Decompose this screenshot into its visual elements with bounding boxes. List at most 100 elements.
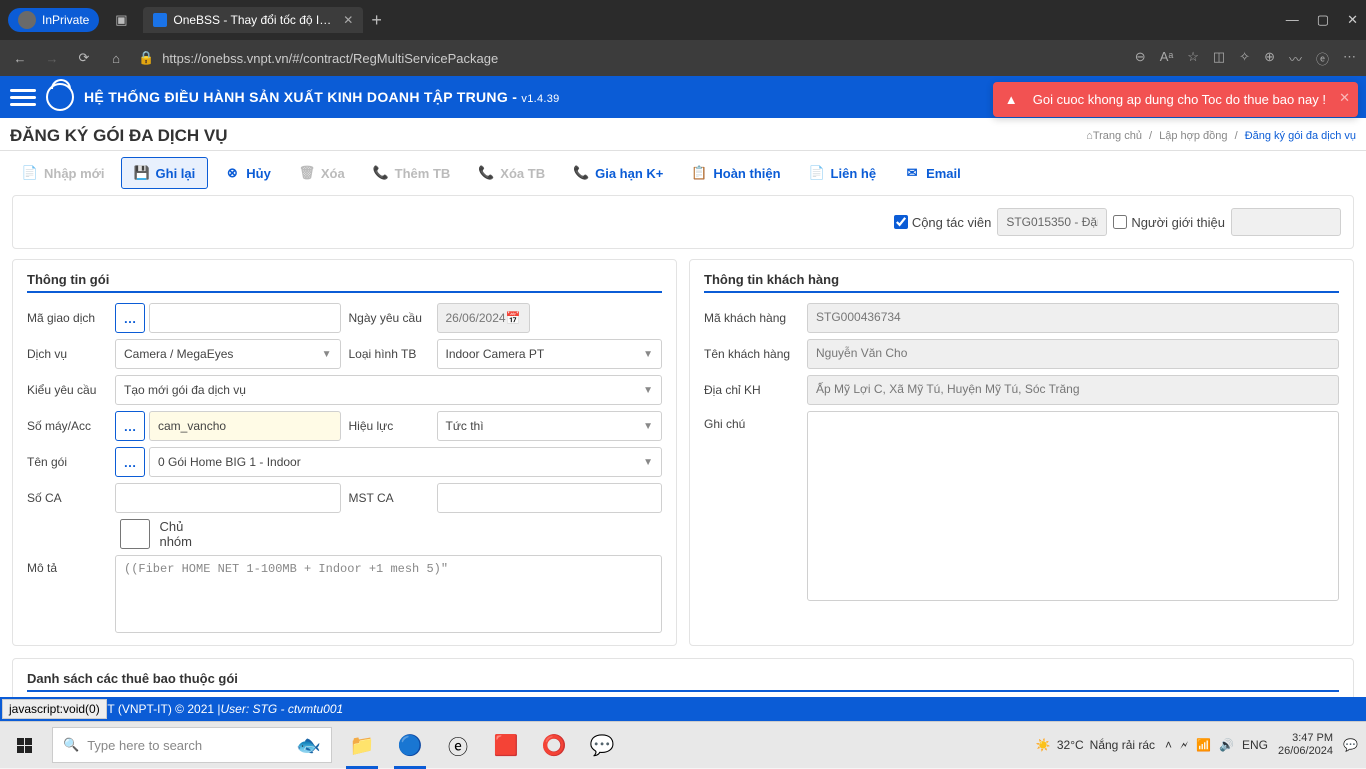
label-description: Mô tả bbox=[27, 555, 107, 575]
volume-icon[interactable]: 🔊 bbox=[1219, 738, 1234, 752]
toast-close-icon[interactable]: ✕ bbox=[1339, 90, 1350, 106]
account-lookup-button[interactable]: … bbox=[115, 411, 145, 441]
taskbar-edge[interactable]: 🔵 bbox=[386, 722, 434, 769]
inprivate-badge: InPrivate bbox=[8, 8, 99, 32]
tab-favicon bbox=[153, 13, 167, 27]
toast-message: Goi cuoc khong ap dung cho Toc do thue b… bbox=[1033, 92, 1326, 107]
collaborator-input[interactable] bbox=[997, 208, 1107, 236]
renew-button[interactable]: 📞Gia hạn K+ bbox=[561, 157, 675, 189]
home-icon[interactable]: ⌂ bbox=[106, 48, 126, 68]
windows-taskbar: 🔍 Type here to search 🐟 📁 🔵 ⓔ 🟥 ⭕ 💬 ☀️ 3… bbox=[0, 721, 1366, 768]
package-panel-title: Thông tin gói bbox=[27, 272, 662, 293]
email-button[interactable]: ✉Email bbox=[892, 157, 973, 189]
collaborator-bar: Cộng tác viên Người giới thiệu bbox=[12, 195, 1354, 249]
taskbar-chrome[interactable]: ⭕ bbox=[530, 722, 578, 769]
status-link-tooltip: javascript:void(0) bbox=[2, 699, 107, 719]
customer-address-field: Ấp Mỹ Lợi C, Xã Mỹ Tú, Huyện Mỹ Tú, Sóc … bbox=[807, 375, 1339, 405]
so-ca-input[interactable] bbox=[115, 483, 341, 513]
collaborator-checkbox-label[interactable]: Cộng tác viên bbox=[894, 215, 992, 230]
tb-type-select[interactable]: Indoor Camera PT▼ bbox=[437, 339, 663, 369]
effective-select[interactable]: Tức thì▼ bbox=[437, 411, 663, 441]
taskbar-explorer[interactable]: 📁 bbox=[338, 722, 386, 769]
favorite-icon[interactable]: ☆ bbox=[1187, 49, 1199, 68]
start-button[interactable] bbox=[0, 722, 48, 769]
chevron-down-icon: ▼ bbox=[643, 457, 653, 468]
save-icon: 💾 bbox=[134, 165, 150, 181]
url-bar[interactable]: 🔒 https://onebss.vnpt.vn/#/contract/RegM… bbox=[138, 50, 1123, 66]
breadcrumb-home[interactable]: Trang chủ bbox=[1093, 130, 1142, 142]
read-aloud-icon[interactable]: Aᵃ bbox=[1160, 49, 1174, 68]
save-button[interactable]: 💾Ghi lại bbox=[121, 157, 209, 189]
label-request-type: Kiểu yêu cầu bbox=[27, 383, 107, 397]
add-tb-button: 📞Thêm TB bbox=[361, 157, 463, 189]
breadcrumb-current: Đăng ký gói đa dịch vụ bbox=[1245, 130, 1356, 142]
customer-panel-title: Thông tin khách hàng bbox=[704, 272, 1339, 293]
complete-button[interactable]: 📋Hoàn thiện bbox=[679, 157, 792, 189]
content-area: Cộng tác viên Người giới thiệu Thông tin… bbox=[0, 195, 1366, 716]
close-icon[interactable]: ✕ bbox=[343, 13, 353, 27]
wifi-icon[interactable]: 📶 bbox=[1196, 738, 1211, 752]
taskbar-zalo[interactable]: 💬 bbox=[578, 722, 626, 769]
chevron-down-icon: ▼ bbox=[322, 349, 332, 360]
package-name-select[interactable]: 0 Gói Home BIG 1 - Indoor▼ bbox=[149, 447, 662, 477]
referrer-checkbox[interactable] bbox=[1113, 215, 1127, 229]
browser-tab[interactable]: OneBSS - Thay đổi tốc độ Interne ✕ bbox=[143, 7, 363, 33]
del-phone-icon: 📞 bbox=[478, 165, 494, 181]
action-bar: 📄Nhập mới 💾Ghi lại ⊗Hủy 🗑Xóa 📞Thêm TB 📞X… bbox=[0, 150, 1366, 195]
breadcrumb-item[interactable]: Lập hợp đồng bbox=[1159, 130, 1227, 142]
referrer-checkbox-label[interactable]: Người giới thiệu bbox=[1113, 215, 1225, 230]
collaborator-checkbox[interactable] bbox=[894, 215, 908, 229]
description-textarea[interactable]: ((Fiber HOME NET 1-100MB + Indoor +1 mes… bbox=[115, 555, 662, 633]
split-icon[interactable]: ◫ bbox=[1213, 49, 1225, 68]
group-owner-checkbox[interactable] bbox=[115, 519, 155, 549]
request-type-select[interactable]: Tạo mới gói đa dịch vụ▼ bbox=[115, 375, 662, 405]
maximize-icon[interactable]: ▢ bbox=[1317, 12, 1329, 28]
group-owner-checkbox-label[interactable]: Chủ nhóm bbox=[115, 519, 192, 549]
add-page-icon[interactable]: ⊕ bbox=[1264, 49, 1275, 68]
referrer-input[interactable] bbox=[1231, 208, 1341, 236]
home-icon-small: ⌂ bbox=[1086, 130, 1093, 142]
app-logo bbox=[46, 83, 74, 111]
refresh-icon[interactable]: ⟳ bbox=[74, 48, 94, 68]
collections-icon[interactable]: ✧ bbox=[1239, 49, 1250, 68]
language-indicator[interactable]: ENG bbox=[1242, 738, 1268, 752]
back-icon[interactable]: ← bbox=[10, 48, 30, 68]
lock-icon: 🔒 bbox=[138, 50, 154, 66]
request-date-input[interactable]: 26/06/2024 📅 bbox=[437, 303, 530, 333]
transaction-lookup-button[interactable]: … bbox=[115, 303, 145, 333]
battery-icon[interactable]: 🗲 bbox=[1180, 738, 1188, 753]
tab-overview-icon[interactable]: ▣ bbox=[109, 8, 133, 32]
ie-mode-icon[interactable]: ⓔ bbox=[1316, 49, 1329, 68]
sun-icon: ☀️ bbox=[1036, 738, 1051, 752]
subscriber-panel-title: Danh sách các thuê bao thuộc gói bbox=[27, 671, 1339, 692]
account-input[interactable] bbox=[149, 411, 341, 441]
tray-chevron-icon[interactable]: ˄ bbox=[1165, 738, 1172, 752]
add-phone-icon: 📞 bbox=[373, 165, 389, 181]
close-window-icon[interactable]: ✕ bbox=[1347, 12, 1358, 28]
taskbar-ie[interactable]: ⓔ bbox=[434, 722, 482, 769]
cancel-button[interactable]: ⊗Hủy bbox=[212, 157, 283, 189]
taskbar-search[interactable]: 🔍 Type here to search 🐟 bbox=[52, 727, 332, 763]
menu-icon[interactable] bbox=[10, 84, 36, 110]
notifications-icon[interactable]: 💬 bbox=[1343, 738, 1358, 752]
contact-button[interactable]: 📄Liên hệ bbox=[797, 157, 889, 189]
chevron-down-icon: ▼ bbox=[643, 385, 653, 396]
transaction-code-input[interactable] bbox=[149, 303, 341, 333]
customer-note-textarea[interactable] bbox=[807, 411, 1339, 601]
minimize-icon[interactable]: — bbox=[1286, 12, 1299, 28]
label-package-name: Tên gói bbox=[27, 455, 107, 469]
taskbar-ultraviewer[interactable]: 🟥 bbox=[482, 722, 530, 769]
mst-ca-input[interactable] bbox=[437, 483, 663, 513]
more-icon[interactable]: ⋯ bbox=[1343, 49, 1356, 68]
customer-name-field: Nguyễn Văn Cho bbox=[807, 339, 1339, 369]
new-tab-button[interactable]: + bbox=[371, 10, 382, 31]
browser-toolbar: ← → ⟳ ⌂ 🔒 https://onebss.vnpt.vn/#/contr… bbox=[0, 40, 1366, 76]
taskbar-clock[interactable]: 3:47 PM 26/06/2024 bbox=[1278, 732, 1333, 758]
zoom-icon[interactable]: ⊖ bbox=[1135, 49, 1146, 68]
page-header: ĐĂNG KÝ GÓI ĐA DỊCH VỤ ⌂Trang chủ / Lập … bbox=[0, 118, 1366, 150]
service-select[interactable]: Camera / MegaEyes▼ bbox=[115, 339, 341, 369]
taskbar-weather[interactable]: ☀️ 32°C Nắng rải rác bbox=[1036, 738, 1155, 752]
system-tray[interactable]: ˄ 🗲 📶 🔊 ENG bbox=[1165, 738, 1268, 753]
package-lookup-button[interactable]: … bbox=[115, 447, 145, 477]
performance-icon[interactable]: 〰 bbox=[1289, 49, 1302, 68]
